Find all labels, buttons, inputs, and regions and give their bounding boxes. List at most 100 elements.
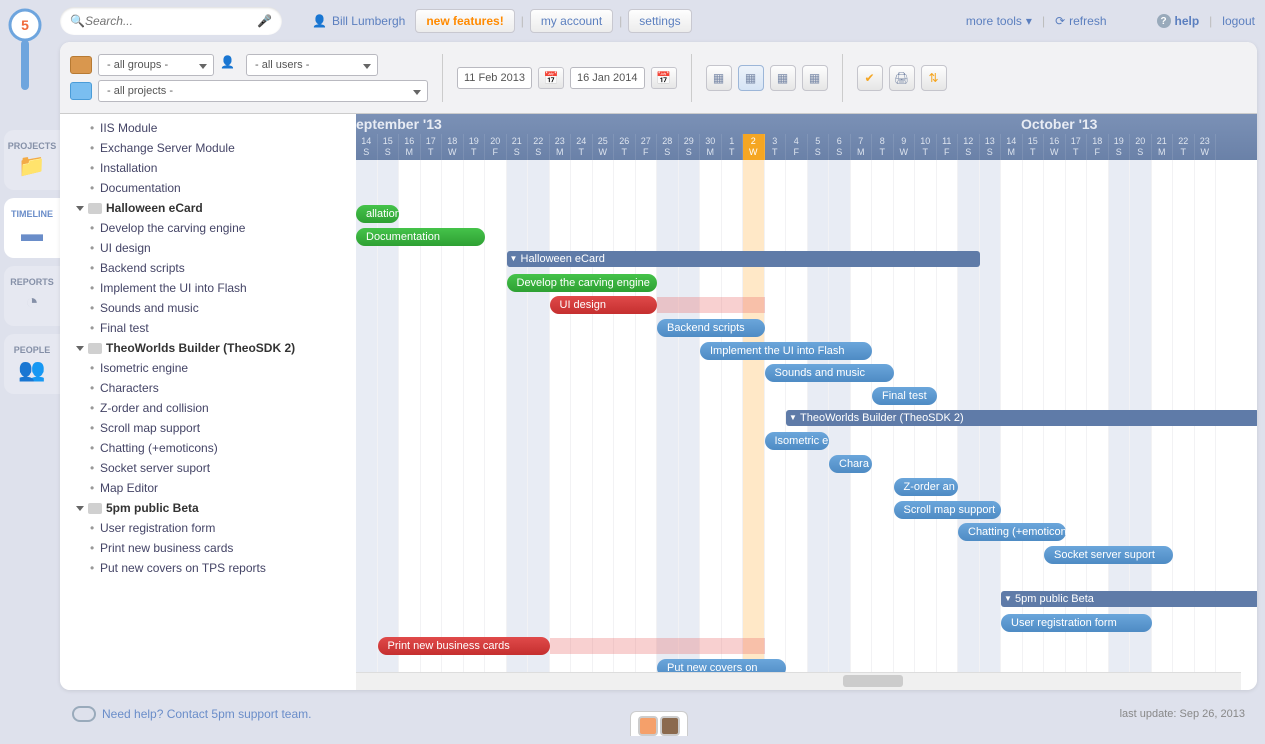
date-to-input[interactable]: 16 Jan 2014 [570, 67, 645, 89]
day-header[interactable]: 20S [1130, 134, 1152, 160]
task-node[interactable]: Implement the UI into Flash [68, 278, 356, 298]
view-month-button[interactable]: ▦ [770, 65, 796, 91]
day-header[interactable]: 2W [743, 134, 765, 160]
day-header[interactable]: 12S [958, 134, 980, 160]
day-header[interactable]: 27F [636, 134, 658, 160]
sidetab-projects[interactable]: PROJECTS📁 [4, 130, 60, 190]
calendar-from-icon[interactable]: 📅 [538, 67, 564, 89]
task-bar[interactable]: Backend scripts [657, 319, 765, 337]
new-features-button[interactable]: new features! [415, 9, 514, 33]
task-bar[interactable]: Z-order an [894, 478, 959, 496]
day-header[interactable]: 7M [851, 134, 873, 160]
project-bar[interactable]: TheoWorlds Builder (TheoSDK 2) [786, 410, 1257, 426]
people-toggle[interactable] [630, 711, 688, 736]
day-header[interactable]: 26T [614, 134, 636, 160]
task-node[interactable]: Socket server suport [68, 458, 356, 478]
day-header[interactable]: 1T [722, 134, 744, 160]
task-bar[interactable]: Put new covers on [657, 659, 786, 672]
expand-icon[interactable] [76, 506, 84, 511]
task-bar[interactable]: allation [356, 205, 399, 223]
task-node[interactable]: Exchange Server Module [68, 138, 356, 158]
expand-icon[interactable] [76, 346, 84, 351]
day-header[interactable]: 14S [356, 134, 378, 160]
day-header[interactable]: 13S [980, 134, 1002, 160]
search-box[interactable]: 🔍 🎤 [60, 7, 282, 35]
project-node[interactable]: 5pm public Beta [68, 498, 356, 518]
task-bar[interactable]: Documentation [356, 228, 485, 246]
task-bar[interactable]: UI design [550, 296, 658, 314]
task-node[interactable]: Put new covers on TPS reports [68, 558, 356, 578]
day-header[interactable]: 28S [657, 134, 679, 160]
day-header[interactable]: 18W [442, 134, 464, 160]
day-header[interactable]: 25W [593, 134, 615, 160]
task-bar[interactable]: User registration form [1001, 614, 1152, 632]
task-node[interactable]: Chatting (+emoticons) [68, 438, 356, 458]
expand-icon[interactable] [76, 206, 84, 211]
day-header[interactable]: 19S [1109, 134, 1131, 160]
day-header[interactable]: 29S [679, 134, 701, 160]
task-node[interactable]: Print new business cards [68, 538, 356, 558]
task-bar[interactable]: Final test [872, 387, 937, 405]
gantt-chart[interactable]: eptember '13October '13 14S15S16M17T18W1… [356, 114, 1257, 690]
task-node[interactable]: Installation [68, 158, 356, 178]
task-node[interactable]: Backend scripts [68, 258, 356, 278]
sidetab-timeline[interactable]: TIMELINE▬ [4, 198, 60, 258]
task-bar[interactable]: Isometric e [765, 432, 830, 450]
day-header[interactable]: 4F [786, 134, 808, 160]
day-header[interactable]: 22T [1173, 134, 1195, 160]
day-header[interactable]: 3T [765, 134, 787, 160]
day-header[interactable]: 8T [872, 134, 894, 160]
groups-dropdown[interactable]: - all groups - [98, 54, 214, 76]
day-header[interactable]: 17T [421, 134, 443, 160]
day-header[interactable]: 23M [550, 134, 572, 160]
day-header[interactable]: 5S [808, 134, 830, 160]
projects-dropdown[interactable]: - all projects - [98, 80, 428, 102]
task-bar[interactable]: Implement the UI into Flash [700, 342, 872, 360]
task-node[interactable]: Map Editor [68, 478, 356, 498]
task-node[interactable]: Characters [68, 378, 356, 398]
task-bar[interactable]: Print new business cards [378, 637, 550, 655]
calendar-to-icon[interactable]: 📅 [651, 67, 677, 89]
task-bar[interactable]: Socket server suport [1044, 546, 1173, 564]
day-header[interactable]: 22S [528, 134, 550, 160]
print-button[interactable]: 🖨 [889, 65, 915, 91]
day-header[interactable]: 14M [1001, 134, 1023, 160]
current-user[interactable]: 👤 Bill Lumbergh [312, 14, 405, 28]
task-bar[interactable]: Develop the carving engine [507, 274, 658, 292]
sidetab-reports[interactable]: REPORTS◔ [4, 266, 60, 326]
day-header[interactable]: 11F [937, 134, 959, 160]
task-node[interactable]: Develop the carving engine [68, 218, 356, 238]
date-from-input[interactable]: 11 Feb 2013 [457, 67, 532, 89]
task-node[interactable]: Isometric engine [68, 358, 356, 378]
task-node[interactable]: Z-order and collision [68, 398, 356, 418]
task-bar[interactable]: Sounds and music [765, 364, 894, 382]
export-button[interactable]: ⇅ [921, 65, 947, 91]
search-input[interactable] [85, 14, 257, 28]
task-node[interactable]: UI design [68, 238, 356, 258]
mic-icon[interactable]: 🎤 [257, 14, 272, 28]
task-tree[interactable]: IIS ModuleExchange Server ModuleInstalla… [60, 114, 356, 690]
view-day-button[interactable]: ▦ [706, 65, 732, 91]
day-header[interactable]: 16M [399, 134, 421, 160]
day-header[interactable]: 10T [915, 134, 937, 160]
task-bar[interactable]: Chara [829, 455, 872, 473]
day-header[interactable]: 15S [378, 134, 400, 160]
filter-check-button[interactable]: ✔ [857, 65, 883, 91]
my-account-link[interactable]: my account [530, 9, 613, 33]
task-bar[interactable]: Chatting (+emoticons [958, 523, 1066, 541]
task-node[interactable]: User registration form [68, 518, 356, 538]
view-week-button[interactable]: ▦ [738, 65, 764, 91]
day-header[interactable]: 20F [485, 134, 507, 160]
day-header[interactable]: 19T [464, 134, 486, 160]
more-tools-menu[interactable]: more tools ▾ [966, 14, 1032, 28]
horizontal-scrollbar[interactable] [356, 672, 1241, 690]
task-node[interactable]: Documentation [68, 178, 356, 198]
task-node[interactable]: Sounds and music [68, 298, 356, 318]
day-header[interactable]: 21S [507, 134, 529, 160]
view-year-button[interactable]: ▦ [802, 65, 828, 91]
project-bar[interactable]: Halloween eCard [507, 251, 980, 267]
logout-link[interactable]: logout [1222, 14, 1255, 28]
day-header[interactable]: 24T [571, 134, 593, 160]
day-header[interactable]: 30M [700, 134, 722, 160]
sidetab-people[interactable]: PEOPLE👥 [4, 334, 60, 394]
